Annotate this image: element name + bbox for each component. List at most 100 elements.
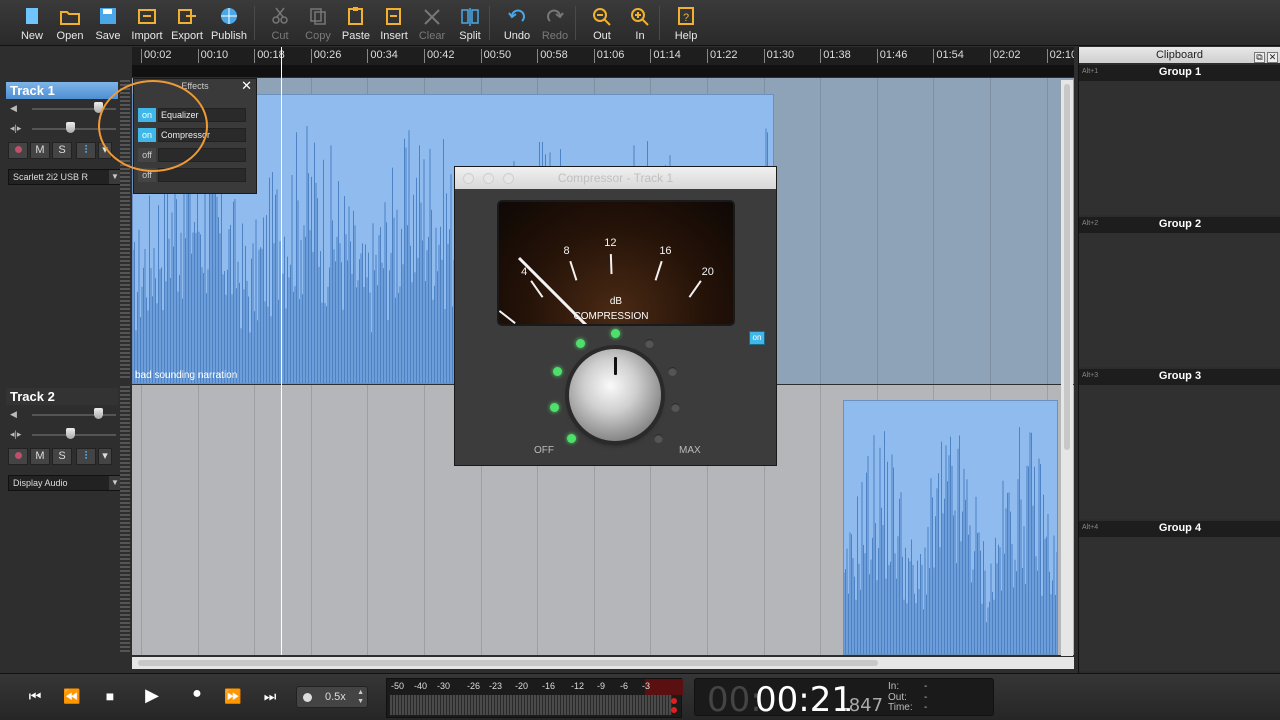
- meter-tick: [609, 254, 613, 275]
- split-button[interactable]: Split: [450, 4, 490, 44]
- fast-forward-icon[interactable]: ⏩: [221, 688, 245, 708]
- effects-dropdown-icon[interactable]: ▾: [98, 448, 112, 465]
- out-button[interactable]: Out: [582, 4, 622, 44]
- meter-tick: [530, 280, 544, 298]
- ruler-tick-label: 02:02: [990, 49, 1021, 63]
- meter-tick: [654, 260, 663, 281]
- track-name[interactable]: Track 1: [6, 82, 118, 99]
- pan-icon: ◂|▸: [10, 429, 22, 439]
- grid-line: [367, 385, 369, 655]
- dialog-titlebar[interactable]: Compressor - Track 1: [455, 167, 776, 189]
- volume-slider[interactable]: ◀: [6, 405, 118, 425]
- playback-speed-stepper[interactable]: 0.5x ▲ ▼: [296, 686, 368, 708]
- input-device-select[interactable]: Display Audio ▼: [8, 475, 122, 491]
- copy-icon: [298, 6, 338, 28]
- clipboard-group-1[interactable]: Alt+1 Group 1: [1079, 65, 1280, 215]
- grid-line: [876, 78, 878, 384]
- ruler-tick-label: 01:46: [876, 49, 907, 63]
- pan-slider[interactable]: ◂|▸: [6, 425, 118, 445]
- toolbar-separator: [575, 6, 576, 40]
- solo-button[interactable]: S: [52, 142, 72, 159]
- grid-line: [990, 78, 991, 384]
- stepper-arrows-icon[interactable]: ▲ ▼: [357, 688, 364, 706]
- clear-button[interactable]: Clear: [412, 4, 452, 44]
- solo-button[interactable]: S: [52, 448, 72, 465]
- open-button[interactable]: Open: [50, 4, 90, 44]
- stop-icon[interactable]: ■: [98, 688, 122, 708]
- close-icon[interactable]: ✕: [1267, 52, 1278, 63]
- record-icon[interactable]: ●: [185, 685, 209, 705]
- publish-button[interactable]: Publish: [209, 4, 249, 44]
- clipboard-group-4[interactable]: Alt+4 Group 4: [1079, 521, 1280, 671]
- toolbar-label: New: [20, 30, 43, 42]
- skip-to-start-icon[interactable]: ⏮: [23, 688, 47, 708]
- insert-button[interactable]: Insert: [374, 4, 414, 44]
- toolbar-label: Split: [459, 30, 481, 42]
- compressor-dialog: Compressor - Track 1 048121620dBCOMPRESS…: [454, 166, 777, 466]
- time-value: -: [924, 702, 928, 713]
- compression-knob[interactable]: [569, 349, 661, 441]
- new-button[interactable]: New: [12, 4, 52, 44]
- level-scale-label: -16: [542, 681, 556, 691]
- timeline-selection-bar[interactable]: [132, 65, 1074, 77]
- effects-button[interactable]: ⫶: [76, 142, 96, 159]
- timeline-ruler[interactable]: 00:02 00:10 00:18 00:26 00:34 00:42 00:50 00:58…: [132, 47, 1074, 65]
- toolbar-label: Undo: [503, 30, 531, 42]
- track-name[interactable]: Track 2: [6, 388, 118, 405]
- grid-line: [820, 78, 822, 384]
- input-device-select[interactable]: Scarlett 2i2 USB R ▼: [8, 169, 122, 185]
- paste-button[interactable]: Paste: [336, 4, 376, 44]
- toolbar-label: Import: [131, 30, 163, 42]
- rewind-icon[interactable]: ⏪: [60, 688, 84, 708]
- record-arm-button[interactable]: [8, 142, 28, 159]
- import-button[interactable]: Import: [127, 4, 167, 44]
- effects-button[interactable]: ⫶: [76, 448, 96, 465]
- knob-led: [566, 434, 576, 444]
- playhead-cursor[interactable]: [281, 47, 282, 655]
- mute-button[interactable]: M: [30, 448, 50, 465]
- close-icon[interactable]: ✕: [241, 79, 252, 93]
- insert-icon: [374, 6, 414, 28]
- clipboard-group-2[interactable]: Alt+2 Group 2: [1079, 217, 1280, 367]
- toolbar-label: Cut: [271, 30, 289, 42]
- vertical-scrollbar[interactable]: [1061, 80, 1073, 656]
- undo-button[interactable]: Undo: [497, 4, 537, 44]
- volume-knob[interactable]: [94, 408, 103, 419]
- skip-to-end-icon[interactable]: ⏭: [258, 688, 282, 708]
- level-scale-label: -6: [620, 681, 629, 691]
- meter-tick: [569, 260, 578, 281]
- horizontal-scrollbar[interactable]: [132, 657, 1074, 669]
- cut-button[interactable]: Cut: [260, 4, 300, 44]
- redo-button[interactable]: Redo: [535, 4, 575, 44]
- meter-needle: [517, 256, 588, 324]
- level-scale-label: -9: [597, 681, 606, 691]
- ruler-tick-label: 00:10: [197, 49, 228, 63]
- copy-button[interactable]: Copy: [298, 4, 338, 44]
- save-button[interactable]: Save: [88, 4, 128, 44]
- undo-icon: [497, 6, 537, 28]
- pan-knob[interactable]: [66, 122, 75, 133]
- export-button[interactable]: Export: [167, 4, 207, 44]
- mute-button[interactable]: M: [30, 142, 50, 159]
- help-button[interactable]: ? Help: [666, 4, 706, 44]
- detach-icon[interactable]: ⧉: [1254, 52, 1265, 63]
- zoom-window-icon[interactable]: [503, 173, 514, 184]
- waveform: [844, 427, 1057, 654]
- knob-area: OFF MAX: [525, 327, 705, 462]
- play-icon[interactable]: ▶: [140, 685, 164, 705]
- audio-clip[interactable]: [843, 400, 1058, 655]
- record-arm-button[interactable]: [8, 448, 28, 465]
- track-resize-grip[interactable]: [120, 386, 130, 654]
- level-scale-label: -12: [571, 681, 585, 691]
- out-label: Out:: [888, 691, 907, 703]
- close-window-icon[interactable]: [463, 173, 474, 184]
- compressor-power-toggle[interactable]: on: [749, 331, 765, 345]
- in-button[interactable]: In: [620, 4, 660, 44]
- pan-knob[interactable]: [66, 428, 75, 439]
- time-hours: 00:: [707, 680, 762, 720]
- toolbar-label: Out: [593, 30, 611, 42]
- grid-line: [424, 385, 425, 655]
- minimize-window-icon[interactable]: [483, 173, 494, 184]
- effect-name[interactable]: [158, 168, 246, 182]
- clipboard-group-3[interactable]: Alt+3 Group 3: [1079, 369, 1280, 519]
